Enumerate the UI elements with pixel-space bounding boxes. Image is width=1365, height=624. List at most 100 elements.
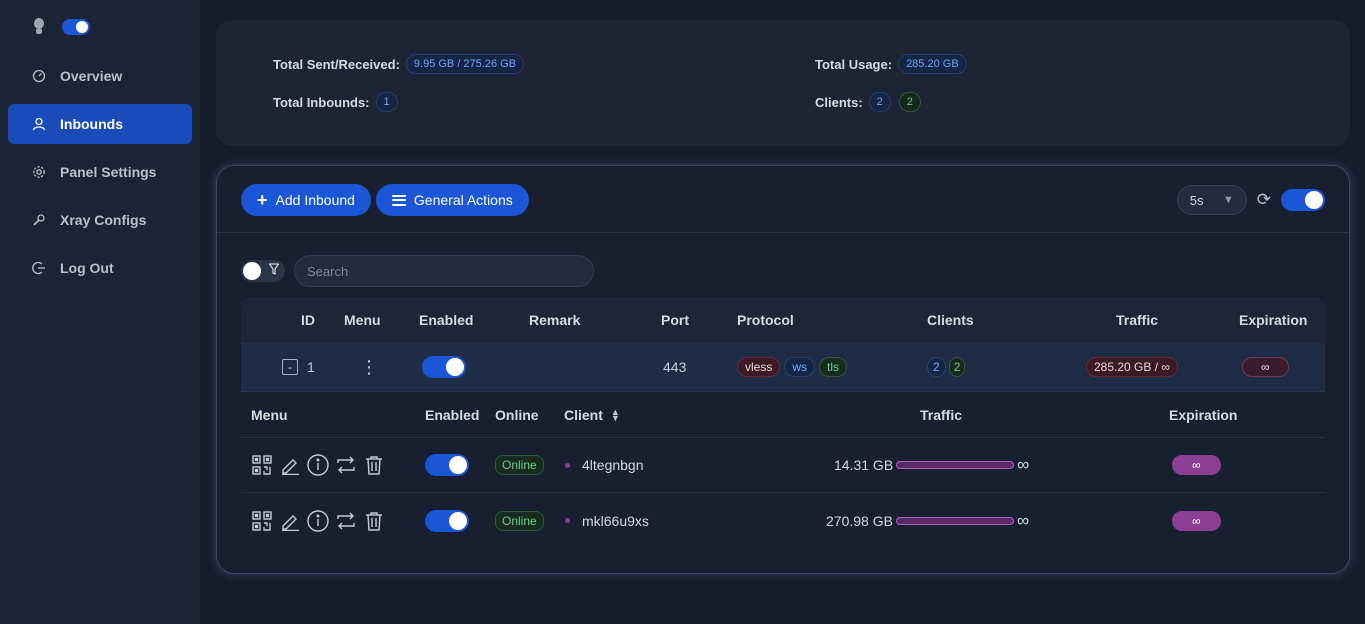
refresh-controls: 5s ▼ ⟳: [1176, 185, 1325, 215]
inbounds-table: ID Menu Enabled Remark Port Protocol Cli…: [241, 297, 1325, 548]
theme-switcher: [32, 18, 90, 36]
user-icon: [32, 117, 46, 131]
search-input[interactable]: [294, 255, 594, 287]
delete-icon[interactable]: [363, 454, 385, 476]
dashboard-icon: [32, 69, 46, 83]
protocol-tags: vless ws tls: [737, 343, 848, 391]
reset-traffic-icon[interactable]: [335, 510, 357, 532]
auto-refresh-toggle[interactable]: [1281, 189, 1325, 211]
inbound-clients: 2 2: [927, 343, 966, 391]
client-enabled-toggle[interactable]: [425, 454, 469, 476]
info-icon[interactable]: [307, 454, 329, 476]
traffic-limit: ∞: [1017, 455, 1030, 474]
stat-value: 9.95 GB / 275.26 GB: [405, 54, 525, 74]
stat-total-inbounds: Total Inbounds: 1: [273, 92, 398, 112]
filter-bar: [241, 255, 594, 287]
clients-online-badge: 2: [898, 92, 921, 112]
sidebar-item-label: Inbounds: [60, 116, 123, 132]
refresh-interval-value: 5s: [1189, 192, 1204, 208]
stat-value: 285.20 GB: [898, 54, 967, 74]
sidebar-item-overview[interactable]: Overview: [8, 56, 192, 96]
sort-icon: ▲ ▼: [610, 406, 620, 423]
header-protocol: Protocol: [737, 312, 794, 328]
client-name: 4ltegnbgn: [582, 457, 644, 473]
client-actions: [251, 438, 385, 492]
add-inbound-button[interactable]: + Add Inbound: [241, 184, 371, 216]
logout-icon: [32, 261, 46, 275]
refresh-interval-select[interactable]: 5s ▼: [1176, 185, 1247, 215]
general-actions-button[interactable]: General Actions: [375, 184, 529, 216]
client-cell: mkl66u9xs: [565, 493, 649, 548]
header-client[interactable]: Client ▲ ▼: [564, 392, 620, 437]
expiration-tag: ∞: [1172, 455, 1221, 475]
traffic-value: 270.98 GB: [826, 512, 893, 529]
header-enabled: Enabled: [425, 406, 480, 423]
clients-total-badge[interactable]: 2: [927, 357, 946, 377]
client-actions: [251, 493, 385, 548]
stat-value: 1: [375, 92, 398, 112]
gear-icon: [32, 165, 46, 179]
stat-label: Clients:: [815, 94, 863, 110]
sidebar-item-label: Panel Settings: [60, 164, 157, 180]
inbound-enabled-toggle[interactable]: [422, 356, 466, 378]
bulb-icon: [32, 18, 46, 36]
reset-traffic-icon[interactable]: [335, 454, 357, 476]
stat-clients: Clients: 2 2: [815, 92, 921, 112]
expiration-tag: ∞: [1172, 510, 1221, 531]
sync-icon[interactable]: ⟳: [1257, 190, 1271, 210]
online-status-badge: Online: [495, 455, 544, 475]
header-remark: Remark: [529, 312, 581, 328]
header-menu: Menu: [344, 312, 381, 328]
clients-online-badge[interactable]: 2: [948, 357, 966, 377]
header-traffic: Traffic: [1116, 312, 1159, 328]
delete-icon[interactable]: [363, 510, 385, 532]
divider: [217, 232, 1349, 233]
qr-code-icon[interactable]: [251, 510, 273, 532]
header-clients: Clients: [927, 312, 974, 328]
traffic-tag: 285.20 GB / ∞: [1086, 357, 1178, 377]
plus-icon: +: [257, 190, 268, 210]
status-dot: [565, 518, 570, 523]
header-enabled: Enabled: [419, 312, 474, 328]
info-icon[interactable]: [307, 509, 329, 532]
header-menu: Menu: [251, 406, 288, 423]
traffic-limit: ∞: [1016, 510, 1030, 530]
collapse-row-button[interactable]: -: [282, 359, 298, 375]
add-inbound-label: Add Inbound: [275, 192, 355, 208]
sidebar-nav: Overview Inbounds Panel Settings Xray Co…: [8, 56, 192, 296]
client-enabled-toggle[interactable]: [425, 509, 469, 532]
traffic-progress-bar: [896, 461, 1015, 469]
online-status-badge: Online: [495, 510, 544, 531]
edit-icon[interactable]: [279, 454, 301, 476]
toolbar: + Add Inbound General Actions: [241, 184, 529, 216]
sidebar-item-label: Xray Configs: [60, 212, 147, 228]
clients-total-badge: 2: [868, 92, 891, 112]
sidebar-item-panel-settings[interactable]: Panel Settings: [8, 152, 192, 192]
stats-card: Total Sent/Received: 9.95 GB / 275.26 GB…: [216, 20, 1350, 146]
expiration-tag: ∞: [1242, 357, 1289, 377]
table-header: ID Menu Enabled Remark Port Protocol Cli…: [241, 297, 1325, 343]
dark-mode-toggle[interactable]: [62, 19, 90, 35]
edit-icon[interactable]: [279, 510, 301, 532]
client-row: Online 4ltegnbgn 14.31 GB ∞ ∞: [241, 438, 1325, 493]
sidebar-item-xray-configs[interactable]: Xray Configs: [8, 200, 192, 240]
qr-code-icon[interactable]: [251, 454, 273, 476]
clients-table-header: Menu Enabled Online Client ▲ ▼ Traffic Ex…: [241, 392, 1325, 438]
client-traffic: 270.98 GB ∞: [826, 493, 1029, 548]
inbound-port: 443: [663, 359, 687, 375]
network-tag: ws: [784, 357, 816, 377]
filter-toggle[interactable]: [241, 260, 285, 282]
protocol-tag: vless: [737, 357, 781, 377]
header-client-label: Client: [564, 406, 603, 423]
chevron-down-icon: ▼: [1222, 194, 1234, 206]
header-id: ID: [301, 312, 315, 328]
sidebar-item-log-out[interactable]: Log Out: [8, 248, 192, 288]
inbound-id: 1: [307, 359, 315, 375]
inbounds-card: + Add Inbound General Actions 5s ▼ ⟳ ID …: [216, 165, 1350, 574]
more-vertical-icon[interactable]: ⋮: [360, 358, 378, 376]
header-online: Online: [495, 406, 539, 423]
stat-label: Total Usage:: [815, 56, 893, 72]
sidebar-item-inbounds[interactable]: Inbounds: [8, 104, 192, 144]
security-tag: tls: [819, 357, 848, 377]
wrench-icon: [32, 213, 46, 227]
